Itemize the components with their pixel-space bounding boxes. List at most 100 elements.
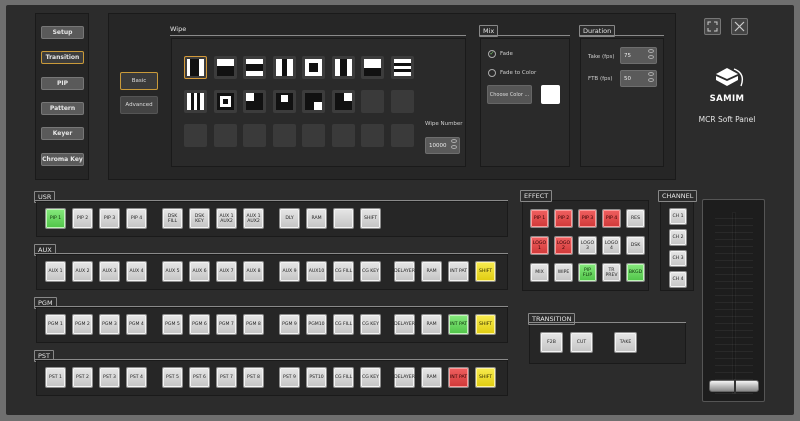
nav-keyer-button[interactable]: Keyer	[41, 127, 84, 140]
pst-button-pst-5[interactable]: PST 5	[162, 367, 183, 388]
tbar-handle[interactable]	[709, 379, 759, 394]
pst-button-pst-1[interactable]: PST 1	[45, 367, 66, 388]
pst-button-cg-fill[interactable]: CG FILL	[333, 367, 354, 388]
wipe-pattern-21[interactable]	[302, 124, 325, 147]
usr-button-pip-4[interactable]: PIP 4	[126, 208, 147, 229]
tab-basic[interactable]: Basic	[120, 72, 158, 90]
wipe-pattern-8[interactable]	[390, 56, 414, 79]
pst-button-pst-4[interactable]: PST 4	[126, 367, 147, 388]
aux-button-aux-3[interactable]: AUX 3	[99, 261, 120, 282]
usr-button-pip-3[interactable]: PIP 3	[99, 208, 120, 229]
pst-button-pst10[interactable]: PST10	[306, 367, 327, 388]
wipe-number-field[interactable]: 10000	[425, 137, 460, 154]
wipe-pattern-20[interactable]	[272, 124, 296, 147]
pgm-button-pgm-9[interactable]: PGM 9	[279, 314, 300, 335]
pgm-button-pgm-1[interactable]: PGM 1	[45, 314, 66, 335]
pst-button-ram[interactable]: RAM	[421, 367, 442, 388]
effect-button-logo-4[interactable]: LOGO 4	[602, 236, 621, 255]
aux-button-aux-4[interactable]: AUX 4	[126, 261, 147, 282]
aux-button-int-pat[interactable]: INT PAT	[448, 261, 469, 282]
nav-setup-button[interactable]: Setup	[41, 26, 84, 39]
nav-pattern-button[interactable]: Pattern	[41, 102, 84, 115]
effect-button-res[interactable]: RES	[626, 209, 645, 228]
aux-button-aux-7[interactable]: AUX 7	[216, 261, 237, 282]
fade-radio[interactable]: ✓	[488, 50, 496, 58]
aux-button-aux-8[interactable]: AUX 8	[243, 261, 264, 282]
aux-button-aux-9[interactable]: AUX 9	[279, 261, 300, 282]
ftb-fps-spinner[interactable]	[648, 72, 655, 82]
transition-button-cut[interactable]: CUT	[570, 332, 593, 353]
pgm-button-cg-fill[interactable]: CG FILL	[333, 314, 354, 335]
pgm-button-pgm-6[interactable]: PGM 6	[189, 314, 210, 335]
pgm-button-pgm-7[interactable]: PGM 7	[216, 314, 237, 335]
effect-button-pip-flip[interactable]: PIP FLIP	[578, 263, 597, 282]
effect-button-logo-2[interactable]: LOGO 2	[554, 236, 573, 255]
usr-button-aux-1-aux2[interactable]: AUX 1 AUX2	[243, 208, 264, 229]
usr-button-dsk-key[interactable]: DSK KEY	[189, 208, 210, 229]
wipe-pattern-22[interactable]	[331, 124, 355, 147]
transition-button-take[interactable]: TAKE	[614, 332, 637, 353]
wipe-pattern-1[interactable]	[184, 56, 207, 79]
pst-button-pst-3[interactable]: PST 3	[99, 367, 120, 388]
tbar-fader[interactable]	[702, 199, 765, 402]
wipe-pattern-3[interactable]	[243, 56, 266, 79]
usr-button-blank-10[interactable]	[333, 208, 354, 229]
effect-button-logo-3[interactable]: LOGO 3	[578, 236, 597, 255]
wipe-pattern-23[interactable]	[361, 124, 384, 147]
wipe-pattern-12[interactable]	[272, 90, 296, 113]
wipe-pattern-13[interactable]	[302, 90, 325, 113]
wipe-pattern-4[interactable]	[272, 56, 296, 79]
wipe-pattern-5[interactable]	[302, 56, 325, 79]
pgm-button-pgm-2[interactable]: PGM 2	[72, 314, 93, 335]
aux-button-aux10[interactable]: AUX10	[306, 261, 327, 282]
pgm-button-shift[interactable]: SHIFT	[475, 314, 496, 335]
usr-button-dly[interactable]: DLY	[279, 208, 300, 229]
pst-button-int-pat[interactable]: INT PAT	[448, 367, 469, 388]
wipe-pattern-15[interactable]	[361, 90, 384, 113]
nav-transition-button[interactable]: Transition	[41, 51, 84, 64]
effect-button-wipe[interactable]: WIPE	[554, 263, 573, 282]
pst-button-pst-7[interactable]: PST 7	[216, 367, 237, 388]
pgm-button-pgm10[interactable]: PGM10	[306, 314, 327, 335]
usr-button-dsk-fill[interactable]: DSK FILL	[162, 208, 183, 229]
usr-button-aux-1-aux2[interactable]: AUX 1 AUX2	[216, 208, 237, 229]
pst-button-cg-key[interactable]: CG KEY	[360, 367, 381, 388]
effect-button-tr-prev[interactable]: TR PREV	[602, 263, 621, 282]
pgm-button-pgm-5[interactable]: PGM 5	[162, 314, 183, 335]
effect-button-pip-3[interactable]: PIP 3	[578, 209, 597, 228]
take-fps-spinner[interactable]	[648, 49, 655, 59]
aux-button-aux-5[interactable]: AUX 5	[162, 261, 183, 282]
pgm-button-ram[interactable]: RAM	[421, 314, 442, 335]
aux-button-shift[interactable]: SHIFT	[475, 261, 496, 282]
effect-button-pip-4[interactable]: PIP 4	[602, 209, 621, 228]
effect-button-mix[interactable]: MIX	[530, 263, 549, 282]
channel-button-ch-1[interactable]: CH 1	[669, 208, 687, 225]
channel-button-ch-2[interactable]: CH 2	[669, 229, 687, 246]
color-swatch[interactable]	[541, 85, 560, 104]
transition-button-f2b[interactable]: F2B	[540, 332, 563, 353]
fullscreen-icon[interactable]	[704, 18, 721, 35]
aux-button-aux-1[interactable]: AUX 1	[45, 261, 66, 282]
channel-button-ch-3[interactable]: CH 3	[669, 250, 687, 267]
pst-button-pst-2[interactable]: PST 2	[72, 367, 93, 388]
pgm-button-pgm-8[interactable]: PGM 8	[243, 314, 264, 335]
aux-button-ram[interactable]: RAM	[421, 261, 442, 282]
nav-pip-button[interactable]: PIP	[41, 77, 84, 90]
wipe-pattern-2[interactable]	[213, 56, 237, 79]
wipe-pattern-9[interactable]	[184, 90, 207, 113]
aux-button-cg-fill[interactable]: CG FILL	[333, 261, 354, 282]
usr-button-pip-1[interactable]: PIP 1	[45, 208, 66, 229]
wipe-pattern-17[interactable]	[184, 124, 207, 147]
pst-button-pst-8[interactable]: PST 8	[243, 367, 264, 388]
usr-button-ram[interactable]: RAM	[306, 208, 327, 229]
wipe-pattern-16[interactable]	[390, 90, 414, 113]
aux-button-aux-2[interactable]: AUX 2	[72, 261, 93, 282]
nav-chroma-key-button[interactable]: Chroma Key	[41, 153, 84, 166]
channel-button-ch-4[interactable]: CH 4	[669, 271, 687, 288]
pst-button-pst-6[interactable]: PST 6	[189, 367, 210, 388]
wipe-pattern-10[interactable]	[213, 90, 237, 113]
wipe-pattern-14[interactable]	[331, 90, 355, 113]
usr-button-shift[interactable]: SHIFT	[360, 208, 381, 229]
pst-button-shift[interactable]: SHIFT	[475, 367, 496, 388]
effect-button-pip-2[interactable]: PIP 2	[554, 209, 573, 228]
